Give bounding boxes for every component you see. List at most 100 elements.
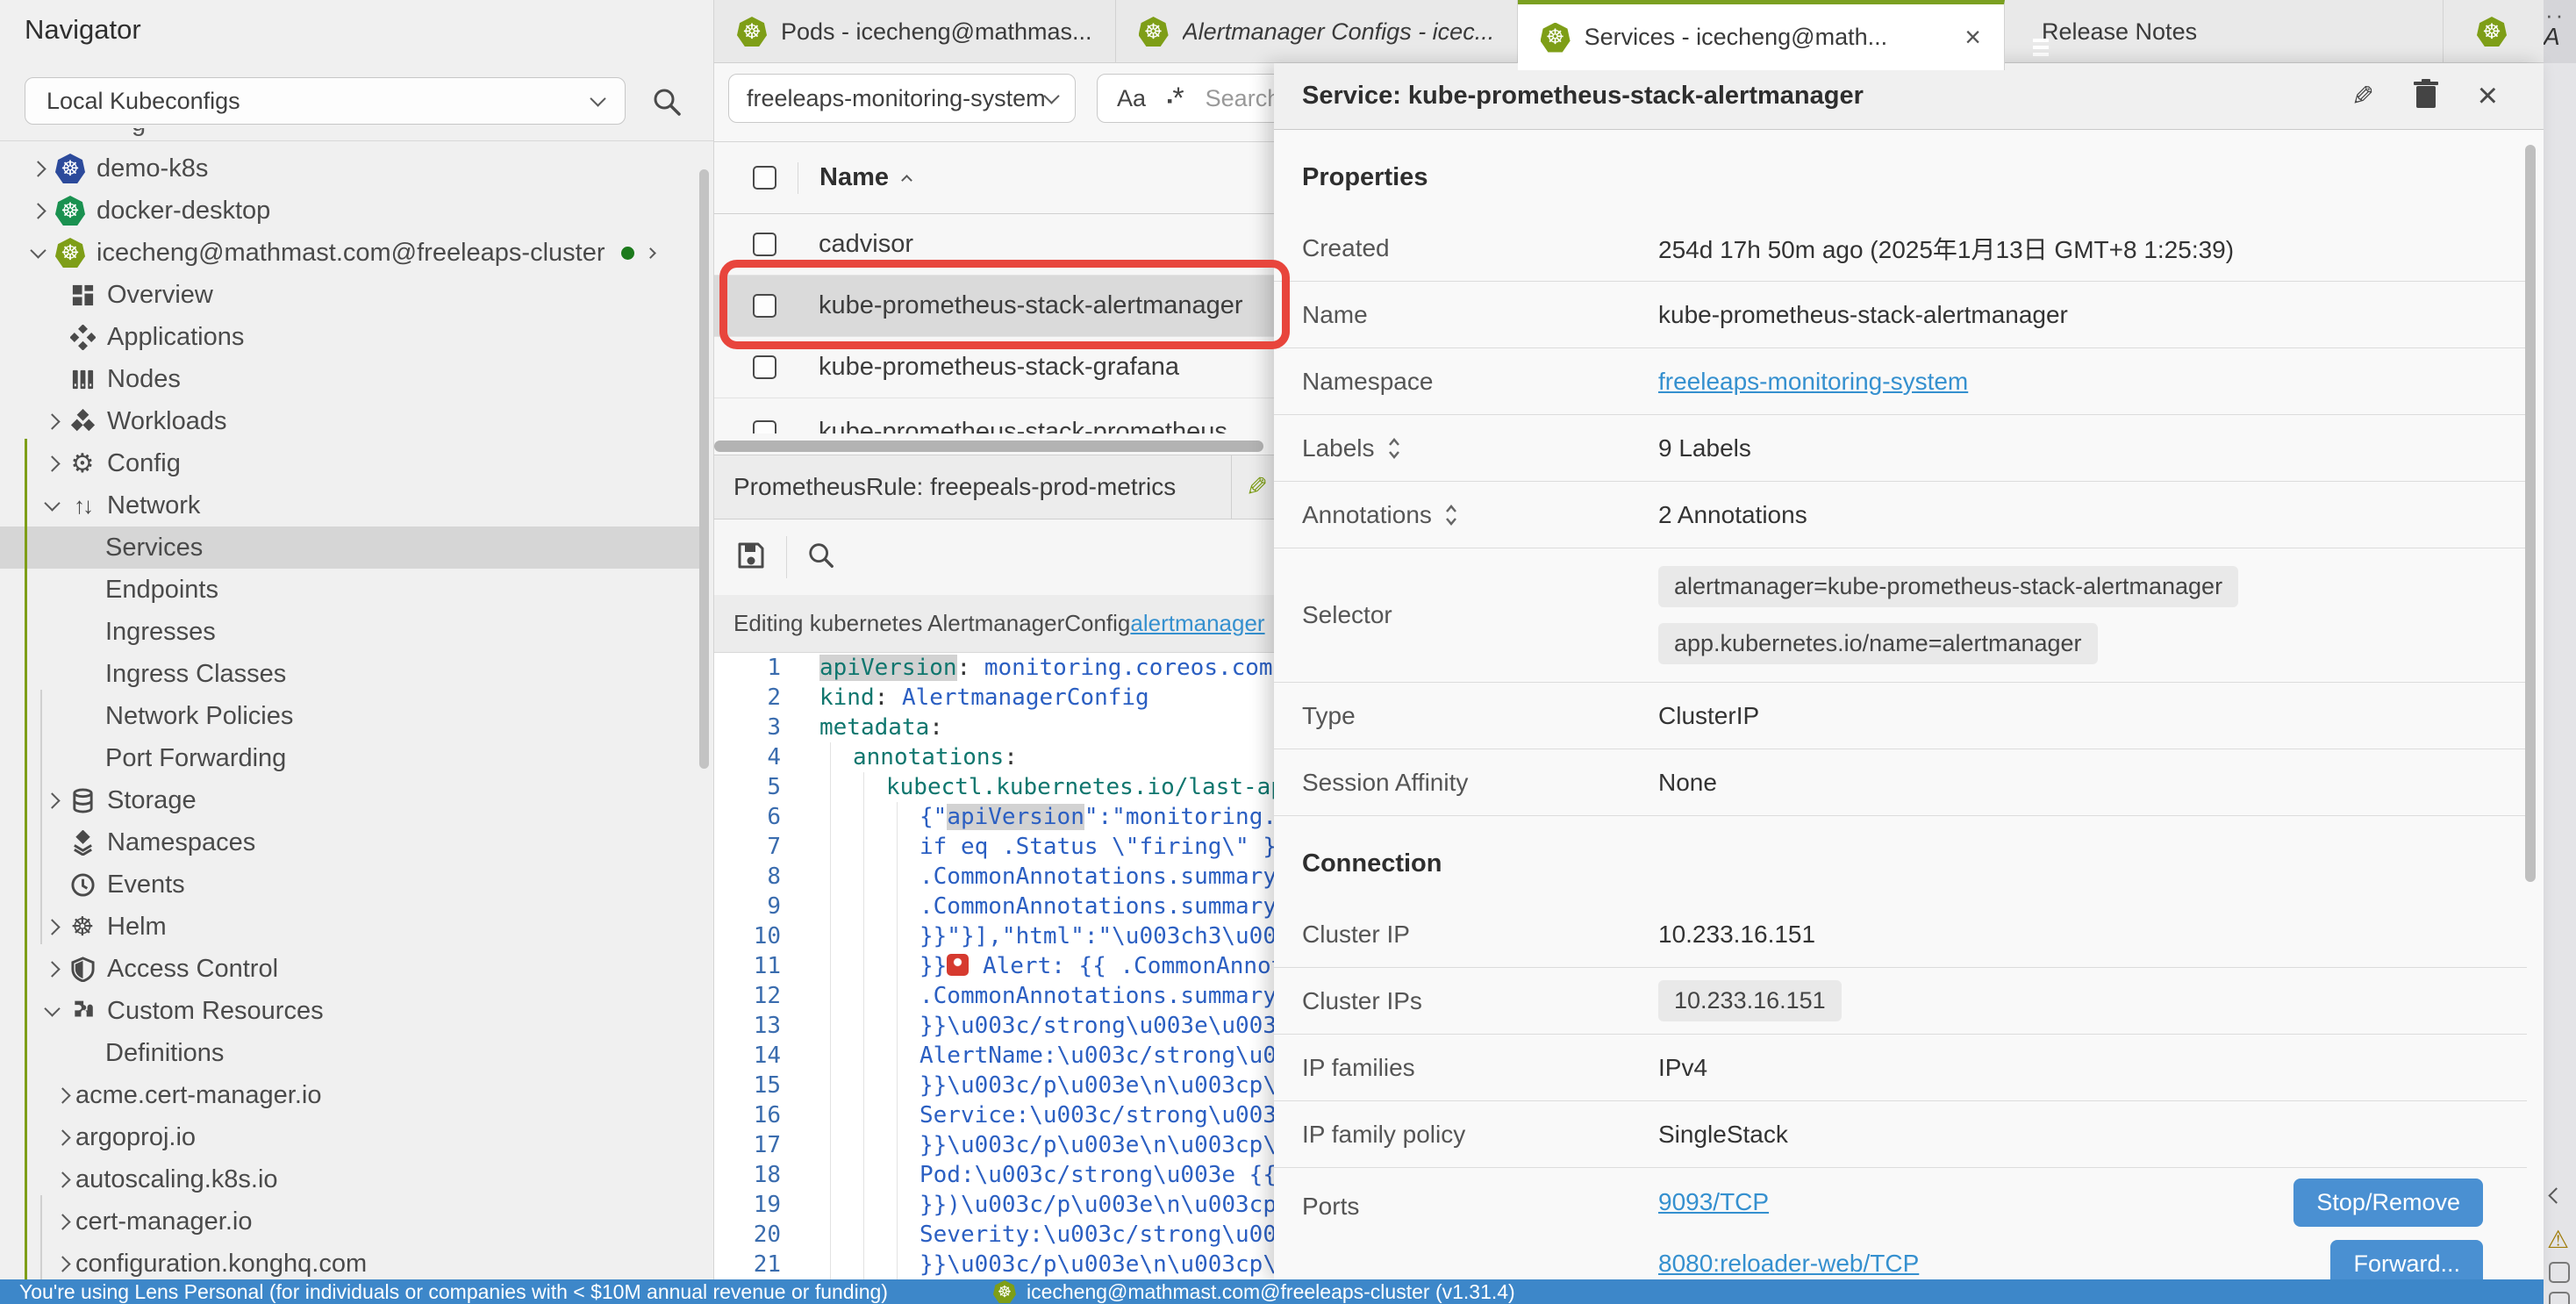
sidebar-item[interactable]: acme.cert-manager.io (0, 1074, 714, 1116)
sidebar-item[interactable]: Storage (0, 779, 714, 821)
kubeconfig-selector[interactable]: Local Kubeconfigs (25, 77, 626, 125)
active-cluster-status[interactable]: ☸ icecheng@mathmast.com@freeleaps-cluste… (993, 1280, 1515, 1304)
case-sensitive-toggle[interactable]: Aa (1117, 85, 1146, 112)
sidebar-item[interactable]: configuration.konghq.com (0, 1243, 714, 1279)
sidebar-item[interactable]: Ingresses (0, 611, 714, 653)
tab[interactable]: ☸ Alertmanager Configs - icec... (1116, 0, 1518, 63)
sidebar-item[interactable]: Custom Resources (0, 990, 714, 1032)
sidebar-item[interactable]: ☸ Helm (0, 906, 714, 948)
expand-chevron-icon[interactable] (39, 458, 65, 469)
expand-collapse-icon[interactable] (1387, 437, 1401, 460)
forward-button[interactable]: Forward... (2330, 1240, 2483, 1280)
tab[interactable]: ☸ Pods - icecheng@mathmas... (714, 0, 1116, 63)
editor-line[interactable]: 4 annotations: (714, 742, 1274, 772)
editor-line[interactable]: 1 apiVersion: monitoring.coreos.com/v1 (714, 653, 1274, 683)
expand-chevron-icon[interactable] (39, 1008, 65, 1014)
regex-toggle[interactable]: ▪* (1167, 82, 1184, 116)
sidebar-item[interactable]: Port Forwarding (0, 737, 714, 779)
expand-chevron-icon[interactable] (39, 416, 65, 427)
name-column-header[interactable]: Name (819, 163, 889, 192)
sidebar-item[interactable]: Nodes (0, 358, 714, 400)
sort-asc-icon[interactable] (901, 175, 912, 186)
expand-chevron-icon[interactable] (49, 1174, 75, 1186)
search-box[interactable]: Aa ▪* Search (1097, 74, 1274, 123)
expand-chevron-icon[interactable] (49, 1132, 75, 1143)
sidebar-item[interactable]: ☸ docker-desktop (0, 190, 714, 232)
sidebar-item[interactable]: Access Control (0, 948, 714, 990)
expand-chevron-icon[interactable] (25, 250, 51, 256)
tab[interactable]: ☸ Services - icecheng@math... × (1518, 0, 2005, 70)
tab[interactable]: ☸ (2444, 0, 2544, 63)
expand-collapse-icon[interactable] (1444, 504, 1458, 527)
expand-chevron-icon[interactable] (25, 163, 51, 175)
expand-chevron-icon[interactable] (49, 1090, 75, 1101)
editor-line[interactable]: 16 Service:\u003c/strong\u003e {{ (714, 1100, 1274, 1130)
editor-line[interactable]: 13 }}\u003c/strong\u003e\u003c/h3 (714, 1011, 1274, 1041)
edit-icon[interactable]: ✎ (2351, 81, 2374, 112)
editing-resource-link[interactable]: alertmanager (1130, 610, 1264, 637)
sidebar-item[interactable]: Endpoints (0, 569, 714, 611)
port-link[interactable]: 9093/TCP (1658, 1188, 1769, 1216)
sidebar-item[interactable]: Applications (0, 316, 714, 358)
row-checkbox[interactable] (753, 420, 776, 434)
expand-chevron-icon[interactable] (39, 795, 65, 806)
editor-line[interactable]: 20 Severity:\u003c/strong\u003e { (714, 1220, 1274, 1250)
sidebar-item[interactable]: Namespaces (0, 821, 714, 863)
sidebar-item[interactable]: Services (0, 527, 702, 569)
sidebar-item[interactable]: ☸ demo-k8s (0, 147, 714, 190)
editor-line[interactable]: 6 {"apiVersion":"monitoring.core (714, 802, 1274, 832)
editor-line[interactable]: 10 }}"}],"html":"\u003ch3\u003e\u (714, 921, 1274, 951)
table-row[interactable]: kube-prometheus-stack-alertmanager (714, 276, 1274, 337)
editor-line[interactable]: 8 .CommonAnnotations.summary }}\ (714, 862, 1274, 892)
table-row[interactable]: cadvisor (714, 214, 1274, 276)
save-icon[interactable] (735, 540, 767, 576)
sidebar-item[interactable]: ☸ icecheng@mathmast.com@freeleaps-cluste… (0, 232, 714, 274)
editor-line[interactable]: 15 }}\u003c/p\u003e\n\u003cp\u003 (714, 1071, 1274, 1100)
editor-line[interactable]: 12 .CommonAnnotations.summary }}\ (714, 981, 1274, 1011)
sidebar-item[interactable]: Ingress Classes (0, 653, 714, 695)
editor-line[interactable]: 3 metadata: (714, 713, 1274, 742)
editor-search-icon[interactable] (806, 541, 836, 575)
sidebar-item[interactable]: ↑↓ Network (0, 484, 714, 527)
expand-chevron-icon[interactable] (39, 503, 65, 509)
stop-remove-button[interactable]: Stop/Remove (2293, 1179, 2483, 1227)
editor-line[interactable]: 18 Pod:\u003c/strong\u003e {{ .Co (714, 1160, 1274, 1190)
sidebar-item[interactable]: cert-manager.io (0, 1200, 714, 1243)
delete-icon[interactable] (2413, 78, 2439, 114)
sidebar-item[interactable]: Workloads (0, 400, 714, 442)
sidebar-item[interactable]: Definitions (0, 1032, 714, 1074)
editor-line[interactable]: 2 kind: AlertmanagerConfig (714, 683, 1274, 713)
sidebar-item[interactable]: Overview (0, 274, 714, 316)
close-icon[interactable]: × (2478, 76, 2498, 116)
editor-widget-icon[interactable] (2549, 1262, 2570, 1283)
editor-line[interactable]: 14 AlertName:\u003c/strong\u003e (714, 1041, 1274, 1071)
editor-line[interactable]: 19 }})\u003c/p\u003e\n\u003cp\u00 (714, 1190, 1274, 1220)
port-link[interactable]: 8080:reloader-web/TCP (1658, 1250, 1919, 1278)
editor-widget-icon[interactable] (2549, 1292, 2570, 1304)
expand-chevron-icon[interactable] (49, 1216, 75, 1228)
sidebar-item[interactable]: ⚙ Config (0, 442, 714, 484)
table-row[interactable]: kube-prometheus-stack-prometheus (714, 398, 1274, 433)
editor-line[interactable]: 17 }}\u003c/p\u003e\n\u003cp\u003 (714, 1130, 1274, 1160)
sidebar-item[interactable]: Network Policies (0, 695, 714, 737)
expand-chevron-icon[interactable] (39, 964, 65, 975)
row-checkbox[interactable] (753, 294, 776, 318)
editor-line[interactable]: 9 .CommonAnnotations.summary }}\ (714, 892, 1274, 921)
editor-line[interactable]: 11 }} Alert: {{ .CommonAnnotati (714, 951, 1274, 981)
row-checkbox[interactable] (753, 233, 776, 256)
edit-pencil-icon[interactable]: ✎ (1246, 472, 1268, 503)
search-icon[interactable] (651, 86, 683, 122)
editor-line[interactable]: 5 kubectl.kubernetes.io/last-appli (714, 772, 1274, 802)
tab-close-icon[interactable]: × (1964, 21, 1981, 54)
row-checkbox[interactable] (753, 355, 776, 379)
sidebar-item[interactable]: argoproj.io (0, 1116, 714, 1158)
expand-chevron-icon[interactable] (25, 205, 51, 217)
tab[interactable]: Release Notes (2005, 0, 2444, 63)
yaml-editor[interactable]: 1 apiVersion: monitoring.coreos.com/v1 2… (714, 653, 1274, 1279)
namespace-selector[interactable]: freeleaps-monitoring-system (728, 74, 1076, 123)
select-all-checkbox[interactable] (753, 166, 776, 190)
drawer-scrollbar[interactable] (2525, 145, 2536, 882)
dock-tab[interactable]: PrometheusRule: freepeals-prod-metrics ✎ (714, 455, 1274, 519)
sidebar-scrollbar[interactable] (699, 169, 709, 769)
expand-chevron-icon[interactable] (39, 921, 65, 933)
